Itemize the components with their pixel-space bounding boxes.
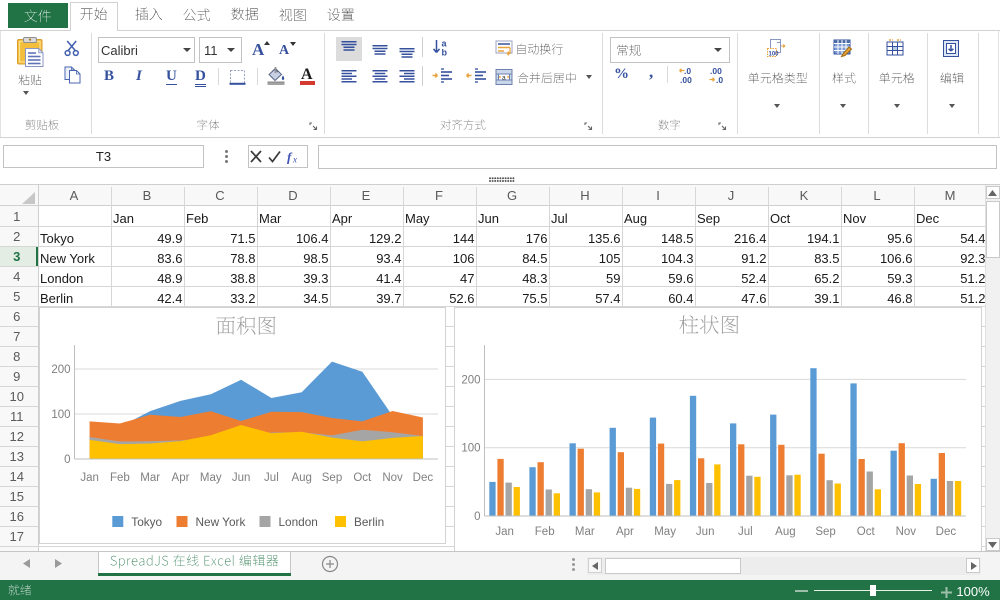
svg-text:Jan: Jan	[80, 472, 99, 484]
svg-text:.0: .0	[716, 75, 723, 84]
svg-text:Sep: Sep	[321, 472, 341, 484]
svg-text:Nov: Nov	[382, 472, 403, 484]
svg-text:Jul: Jul	[737, 526, 752, 538]
svg-text:Aug: Aug	[291, 472, 311, 484]
svg-text:Oct: Oct	[353, 472, 372, 484]
svg-text:Jan: Jan	[495, 526, 514, 538]
svg-text:Mar: Mar	[574, 526, 594, 538]
svg-text:May: May	[654, 526, 676, 538]
svg-text:0: 0	[474, 511, 480, 523]
svg-text:Aug: Aug	[775, 526, 795, 538]
svg-text:Jun: Jun	[231, 472, 250, 484]
svg-text:0: 0	[64, 454, 70, 466]
svg-text:New York: New York	[195, 515, 245, 529]
svg-text:Nov: Nov	[895, 526, 916, 538]
svg-text:May: May	[199, 472, 221, 484]
svg-text:Dec: Dec	[935, 526, 956, 538]
svg-text:100: 100	[51, 409, 70, 421]
svg-text:100: 100	[461, 443, 480, 455]
svg-text:200: 200	[51, 364, 70, 376]
svg-text:100: 100	[769, 52, 780, 58]
svg-text:Apr: Apr	[615, 526, 633, 538]
svg-text:London: London	[278, 515, 317, 529]
svg-text:x: x	[292, 155, 297, 165]
svg-text:.00: .00	[680, 75, 692, 84]
svg-text:a: a	[502, 74, 506, 81]
svg-text:Oct: Oct	[856, 526, 875, 538]
svg-text:Tokyo: Tokyo	[131, 515, 162, 529]
svg-text:Feb: Feb	[534, 526, 554, 538]
svg-text:Sep: Sep	[815, 526, 835, 538]
svg-text:Apr: Apr	[171, 472, 189, 484]
svg-text:Berlin: Berlin	[354, 515, 384, 529]
svg-text:Jul: Jul	[264, 472, 279, 484]
svg-text:Feb: Feb	[109, 472, 129, 484]
svg-text:Dec: Dec	[412, 472, 433, 484]
svg-text:Mar: Mar	[140, 472, 160, 484]
svg-text:Jun: Jun	[695, 526, 714, 538]
svg-text:b: b	[442, 48, 448, 57]
svg-text:200: 200	[461, 374, 480, 386]
